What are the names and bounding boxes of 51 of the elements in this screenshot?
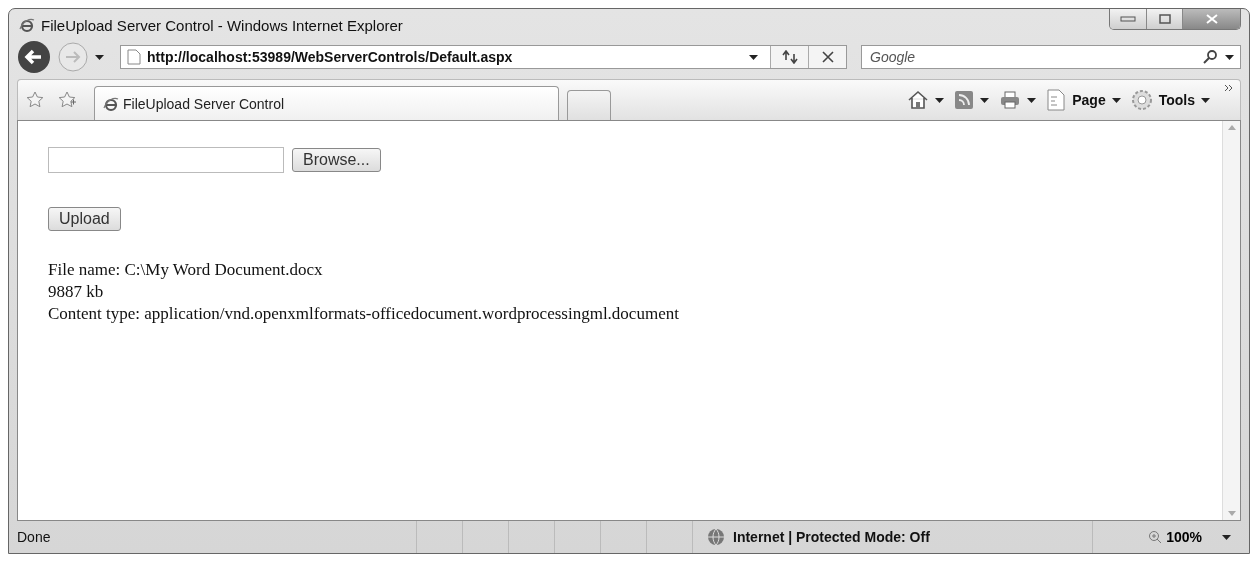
print-button[interactable] <box>999 90 1037 110</box>
maximize-button[interactable] <box>1146 9 1182 29</box>
favorites-star-icon[interactable] <box>26 91 44 109</box>
globe-icon <box>707 528 725 546</box>
search-icon[interactable] <box>1203 50 1217 64</box>
address-field[interactable]: http://localhost:53989/WebServerControls/Default.aspx <box>120 45 847 69</box>
close-icon <box>1205 14 1218 24</box>
upload-button[interactable]: Upload <box>48 207 121 231</box>
search-box[interactable]: Google <box>861 45 1241 69</box>
status-text: Done <box>17 529 51 545</box>
stop-icon <box>821 51 834 63</box>
back-button[interactable] <box>17 40 51 74</box>
browse-button[interactable]: Browse... <box>292 148 381 172</box>
caret-icon[interactable] <box>1027 97 1037 103</box>
caret-icon[interactable] <box>95 54 104 60</box>
browser-logo-icon <box>103 95 119 112</box>
page-menu[interactable]: Page <box>1046 89 1121 111</box>
browser-tab[interactable] <box>567 90 611 120</box>
refresh-icon <box>781 50 798 64</box>
zoom-icon <box>1148 530 1163 544</box>
security-zone-text: Internet | Protected Mode: Off <box>733 529 930 545</box>
zoom-button[interactable]: 100% <box>1138 521 1241 553</box>
caret-icon[interactable] <box>1201 97 1210 103</box>
caret-icon[interactable] <box>749 54 758 60</box>
window-title: FileUpload Server Control - Windows Internet Explorer <box>41 16 404 34</box>
page-icon <box>1046 89 1067 111</box>
gear-icon <box>1130 89 1153 111</box>
caret-icon[interactable] <box>1225 54 1234 60</box>
home-button[interactable] <box>907 90 945 110</box>
stop-button[interactable] <box>808 46 846 68</box>
maximize-icon <box>1158 14 1171 24</box>
scroll-bar[interactable] <box>1222 121 1240 520</box>
file-path-field[interactable] <box>48 147 284 173</box>
minimize-icon <box>1120 16 1136 22</box>
refresh-button[interactable] <box>770 46 808 68</box>
page-icon <box>127 49 141 65</box>
minimize-button[interactable] <box>1110 9 1146 29</box>
result-text: 9887 kb <box>48 281 105 303</box>
result-text: File name: C:\My Word Document.docx <box>48 259 324 281</box>
caret-icon[interactable] <box>935 97 945 103</box>
caret-icon[interactable] <box>980 97 990 103</box>
caret-icon[interactable] <box>1222 534 1231 540</box>
feeds-button[interactable] <box>954 90 990 110</box>
chevron-icon[interactable] <box>1224 84 1234 92</box>
close-button[interactable] <box>1182 9 1240 29</box>
tools-menu[interactable]: Tools <box>1130 89 1210 111</box>
browser-tab[interactable]: FileUpload Server Control <box>94 86 559 120</box>
add-favorite-star-icon[interactable] <box>58 91 76 109</box>
result-text: Content type: application/vnd.openxmlformats-officedocument.wordprocessingml.document <box>48 303 680 325</box>
caret-icon[interactable] <box>1111 97 1121 103</box>
browser-logo-icon <box>19 17 35 33</box>
